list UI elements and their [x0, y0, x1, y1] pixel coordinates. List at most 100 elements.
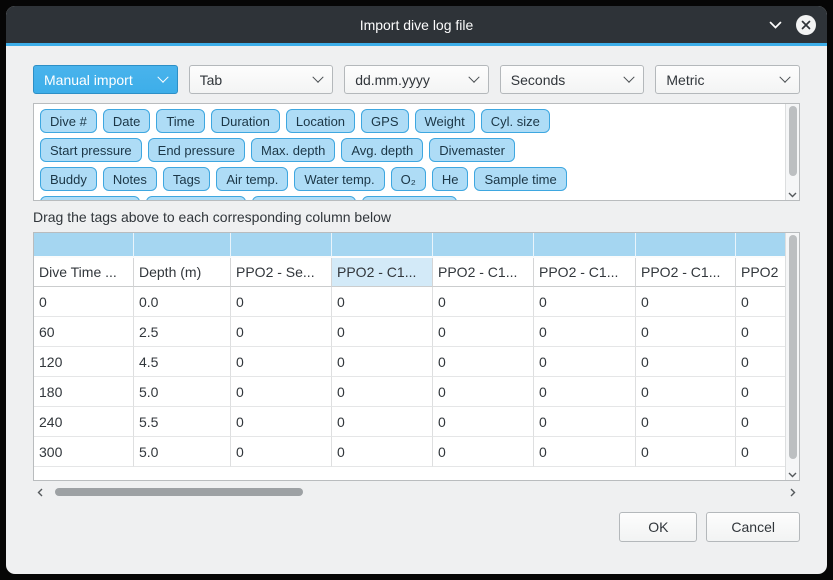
tag-water-temp[interactable]: Water temp. — [294, 167, 384, 191]
tag-sample-time[interactable]: Sample time — [474, 167, 566, 191]
column-header-ppo2-c1[interactable]: PPO2 - C1... — [534, 258, 636, 287]
tag-start-pressure[interactable]: Start pressure — [40, 138, 142, 162]
combo-selected-value: Manual import — [44, 72, 133, 88]
shade-button[interactable] — [764, 14, 786, 36]
tag-tags[interactable]: Tags — [163, 167, 210, 191]
tag-dive[interactable]: Dive # — [40, 109, 97, 133]
combo-seconds[interactable]: Seconds — [500, 65, 645, 94]
tag-avg-depth[interactable]: Avg. depth — [341, 138, 423, 162]
table-cell: 0 — [433, 407, 534, 437]
ok-button[interactable]: OK — [619, 512, 697, 542]
column-header-dive-time[interactable]: Dive Time ... — [34, 258, 134, 287]
tag-pool-scrollbar[interactable] — [785, 104, 799, 200]
dialog-button-row: OK Cancel — [33, 512, 800, 542]
chevron-down-icon — [769, 21, 782, 29]
tag-air-temp[interactable]: Air temp. — [216, 167, 288, 191]
table-cell: 60 — [34, 317, 134, 347]
scroll-down-button[interactable] — [786, 472, 799, 478]
table-cell: 0 — [231, 287, 332, 317]
tag-he[interactable]: He — [432, 167, 469, 191]
tag-max-depth[interactable]: Max. depth — [251, 138, 335, 162]
tag-row: BuddyNotesTagsAir temp.Water temp. O₂HeSa… — [40, 167, 793, 191]
table-cell: 0 — [433, 437, 534, 467]
combo-selected-value: dd.mm.yyyy — [355, 72, 430, 88]
table-cell: 2.5 — [134, 317, 231, 347]
table-row: 3005.0000000 — [34, 437, 785, 467]
table-scrollbar-vertical[interactable] — [785, 233, 799, 480]
tag-sample-press[interactable]: Sample press. — [252, 196, 355, 201]
table-cell: 0 — [433, 377, 534, 407]
tag-pool: Dive #DateTime DurationLocationGPS WeightC… — [33, 103, 800, 201]
titlebar[interactable]: Import dive log file — [6, 6, 827, 43]
tag-location[interactable]: Location — [286, 109, 355, 133]
tag-cyl-size[interactable]: Cyl. size — [481, 109, 550, 133]
tag-sample-depth[interactable]: Sample depth — [40, 196, 140, 201]
table-row: 00.0000000 — [34, 287, 785, 317]
tag-end-pressure[interactable]: End pressure — [148, 138, 245, 162]
table-cell: 0 — [636, 437, 736, 467]
column-drop-target[interactable] — [134, 233, 231, 258]
column-drop-target[interactable] — [736, 233, 785, 258]
column-drop-target[interactable] — [636, 233, 736, 258]
column-header-ppo2-c1[interactable]: PPO2 - C1... — [433, 258, 534, 287]
scrollbar-thumb[interactable] — [789, 235, 797, 459]
table-cell: 0 — [636, 287, 736, 317]
table-cell: 5.0 — [134, 377, 231, 407]
table-cell: 0 — [636, 377, 736, 407]
column-header-depth-m[interactable]: Depth (m) — [134, 258, 231, 287]
table-cell: 0 — [433, 317, 534, 347]
scrollbar-thumb[interactable] — [55, 488, 303, 496]
scrollbar-track[interactable] — [47, 484, 786, 500]
combo-metric[interactable]: Metric — [655, 65, 800, 94]
scroll-down-button[interactable] — [786, 192, 799, 198]
combo-selected-value: Seconds — [511, 72, 565, 88]
column-drop-target[interactable] — [34, 233, 134, 258]
chevron-down-icon — [157, 71, 168, 82]
column-header-ppo2[interactable]: PPO2 — [736, 258, 785, 287]
table-cell: 0 — [534, 347, 636, 377]
combo-manual-import[interactable]: Manual import — [33, 65, 178, 94]
table-scrollbar-horizontal[interactable] — [33, 484, 800, 500]
tag-buddy[interactable]: Buddy — [40, 167, 97, 191]
close-button[interactable] — [795, 14, 817, 36]
table-cell: 0 — [332, 287, 433, 317]
table-cell: 0 — [636, 317, 736, 347]
table-cell: 0 — [736, 317, 785, 347]
table-cell: 120 — [34, 347, 134, 377]
tag-sample-cns[interactable]: Sample CNS — [362, 196, 457, 201]
column-header-ppo2-se[interactable]: PPO2 - Se... — [231, 258, 332, 287]
table-cell: 0 — [636, 347, 736, 377]
tag-weight[interactable]: Weight — [415, 109, 475, 133]
table-cell: 0 — [231, 407, 332, 437]
table-cell: 0 — [231, 347, 332, 377]
scroll-right-button[interactable] — [786, 484, 800, 500]
chevron-down-icon — [313, 71, 324, 82]
combo-tab[interactable]: Tab — [189, 65, 334, 94]
cancel-button[interactable]: Cancel — [706, 512, 800, 542]
column-drop-target[interactable] — [332, 233, 433, 258]
tag-notes[interactable]: Notes — [103, 167, 157, 191]
scroll-left-button[interactable] — [33, 484, 47, 500]
titlebar-buttons — [764, 6, 817, 43]
table-cell: 0 — [231, 317, 332, 347]
table-cell: 240 — [34, 407, 134, 437]
column-drop-target[interactable] — [231, 233, 332, 258]
tag-sample-temp[interactable]: Sample temp. — [146, 196, 246, 201]
tag-gps[interactable]: GPS — [361, 109, 408, 133]
tag-duration[interactable]: Duration — [211, 109, 280, 133]
table-cell: 0.0 — [134, 287, 231, 317]
tag-date[interactable]: Date — [103, 109, 150, 133]
chevron-down-icon — [468, 71, 479, 82]
column-drop-target[interactable] — [534, 233, 636, 258]
table-cell: 0 — [736, 407, 785, 437]
tag-o[interactable]: O₂ — [391, 167, 426, 191]
column-header-ppo2-c1[interactable]: PPO2 - C1... — [332, 258, 433, 287]
combo-dd-mm-yyyy[interactable]: dd.mm.yyyy — [344, 65, 489, 94]
chevron-right-icon — [790, 488, 796, 497]
tag-time[interactable]: Time — [156, 109, 204, 133]
tag-divemaster[interactable]: Divemaster — [429, 138, 515, 162]
column-drop-target[interactable] — [433, 233, 534, 258]
table-cell: 0 — [736, 377, 785, 407]
column-header-ppo2-c1[interactable]: PPO2 - C1... — [636, 258, 736, 287]
scrollbar-thumb[interactable] — [789, 106, 797, 176]
